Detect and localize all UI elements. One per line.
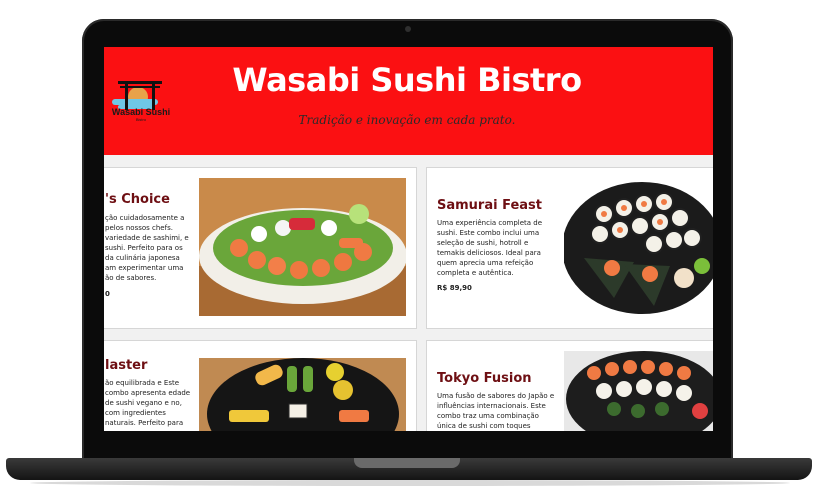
card-price: R$ 89,90 (437, 284, 472, 292)
card-price: 0 (105, 290, 110, 298)
site-header: Wasabi Sushi Bistro Wasabi Sushi Bistro … (104, 47, 713, 155)
sushi-platter-photo[interactable] (199, 178, 406, 316)
card-title: Samurai Feast (437, 198, 542, 213)
card-description: ção cuidadosamente a pelos nossos chefs.… (105, 214, 189, 282)
tokyo-fusion-photo[interactable] (564, 351, 713, 431)
card-description: ão equilibrada e Este combo apresenta ed… (105, 379, 191, 427)
card-title: Tokyo Fusion (437, 371, 532, 386)
site-tagline: Tradição e inovação em cada prato. (298, 113, 516, 127)
laptop-notch (354, 458, 460, 468)
menu-card[interactable]: 's Choice ção cuidadosamente a pelos nos… (104, 167, 417, 329)
logo-text: Wasabi Sushi (111, 107, 171, 117)
vegan-combo-photo[interactable] (199, 358, 406, 431)
logo-subtext: Bistro (135, 117, 147, 122)
card-title: laster (105, 358, 148, 373)
laptop-screen: Wasabi Sushi Bistro Wasabi Sushi Bistro … (104, 47, 713, 431)
camera-dot (405, 26, 411, 32)
menu-card[interactable]: Tokyo Fusion Uma fusão de sabores do Jap… (426, 340, 713, 431)
menu-card[interactable]: laster ão equilibrada e Este combo apres… (104, 340, 417, 431)
menu-card[interactable]: Samurai Feast Uma experiência completa d… (426, 167, 713, 329)
laptop-shadow (30, 480, 790, 486)
card-title: 's Choice (105, 192, 170, 207)
site-title: Wasabi Sushi Bistro (232, 61, 582, 99)
samurai-feast-photo[interactable] (564, 178, 713, 318)
card-description: Uma experiência completa de sushi. Este … (437, 219, 543, 277)
card-description: Uma fusão de sabores do Japão e influênc… (437, 392, 555, 430)
